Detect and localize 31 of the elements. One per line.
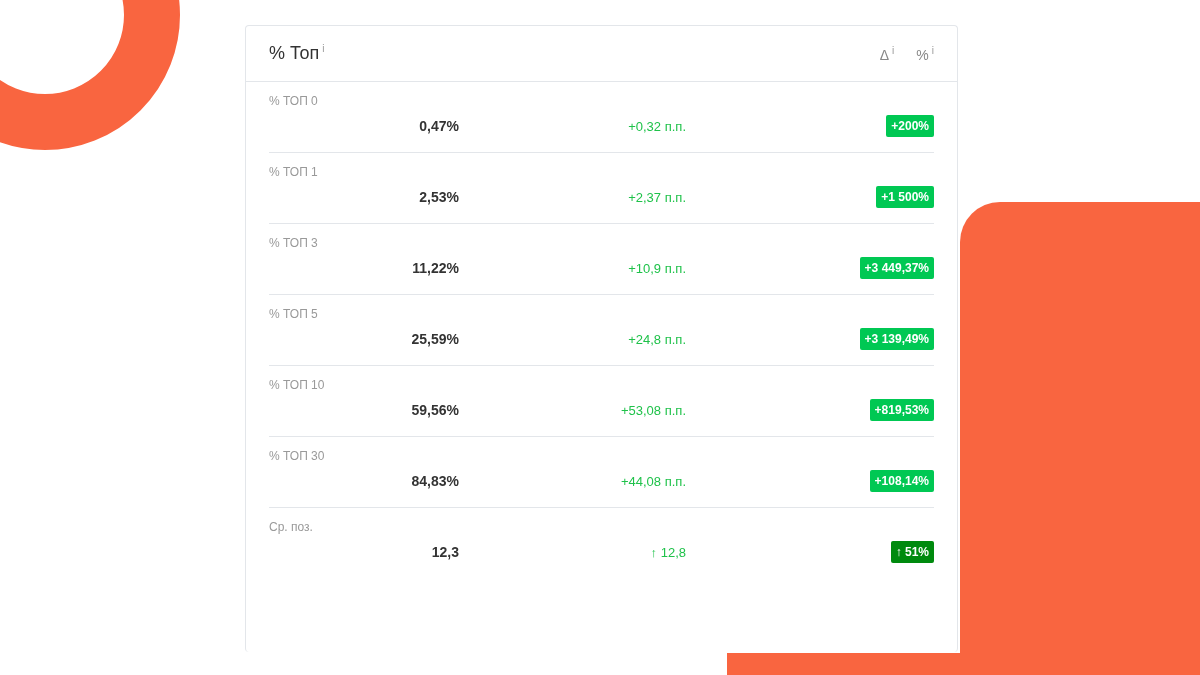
metric-value: 2,53%: [418, 189, 459, 205]
change-badge: +819,53%: [869, 399, 934, 421]
row-label: % ТОП 30: [269, 449, 326, 463]
metric-value: 25,59%: [410, 331, 459, 347]
metric-value: 11,22%: [411, 260, 459, 276]
row-label: % ТОП 5: [269, 307, 319, 321]
column-header: % $^{i}$: [916, 44, 934, 63]
row-label: % ТОП 3: [269, 236, 319, 250]
delta-value: +24,8 п.п.: [627, 331, 686, 347]
change-badge: +3 449,37%: [859, 257, 934, 279]
delta-value: ↑ 12,8: [649, 544, 686, 560]
column-header: Δ $^{i}$: [879, 44, 895, 63]
row-label: % ТОП 0: [269, 94, 319, 108]
row-label: % ТОП 1: [269, 165, 319, 179]
change-badge: +200%: [886, 115, 934, 137]
change-badge: +3 139,49%: [859, 328, 934, 350]
card-title: % Топ $^{i}$: [269, 43, 326, 64]
delta-value: +10,9 п.п.: [627, 260, 686, 276]
change-badge: +1 500%: [876, 186, 934, 208]
delta-value: +0,32 п.п.: [627, 118, 686, 134]
metric-value: 12,3: [430, 544, 459, 560]
delta-value: +2,37 п.п.: [627, 189, 686, 205]
metric-value: 59,56%: [410, 402, 459, 418]
change-badge: ↑ 51%: [890, 541, 934, 563]
row-label: % ТОП 10: [269, 378, 326, 392]
delta-value: +44,08 п.п.: [619, 473, 686, 489]
metric-value: 84,83%: [410, 473, 459, 489]
metric-value: 0,47%: [418, 118, 459, 134]
row-label: Ср. поз.: [269, 520, 314, 534]
delta-value: +53,08 п.п.: [619, 402, 686, 418]
change-badge: +108,14%: [869, 470, 934, 492]
